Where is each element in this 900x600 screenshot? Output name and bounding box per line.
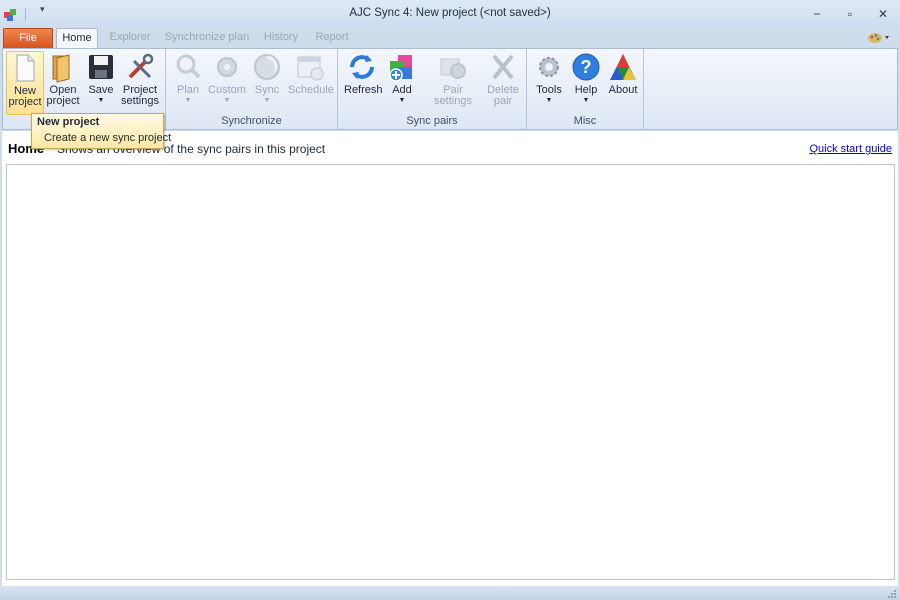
group-label-synchronize: Synchronize	[221, 115, 282, 127]
svg-text:?: ?	[581, 57, 592, 77]
refresh-icon	[350, 55, 374, 79]
help-button[interactable]: ? Help ▼	[570, 51, 602, 106]
refresh-button[interactable]: Refresh	[344, 51, 383, 96]
schedule-label: Schedule	[288, 84, 334, 96]
plan-label: Plan	[176, 84, 200, 96]
open-project-label: Open project	[46, 84, 80, 107]
open-folder-icon	[52, 54, 70, 83]
main-content: Home Shows an overview of the sync pairs…	[2, 131, 898, 586]
sync-label: Sync	[254, 84, 280, 96]
group-label-sync-pairs: Sync pairs	[406, 115, 458, 127]
add-label: Add	[392, 84, 412, 96]
delete-pair-button[interactable]: Delete pair	[486, 51, 520, 107]
quick-start-guide-link[interactable]: Quick start guide	[809, 143, 892, 155]
help-icon: ?	[572, 53, 600, 81]
save-label: Save	[88, 84, 114, 96]
tab-synchronize-plan[interactable]: Synchronize plan	[164, 28, 250, 48]
new-project-tooltip: New project Create a new sync project	[31, 113, 171, 149]
close-button[interactable]: ✕	[872, 6, 894, 22]
tools-gear-icon	[539, 57, 559, 77]
group-misc: Tools ▼ ? Help ▼ About Misc	[527, 49, 644, 129]
tools-label: Tools	[536, 84, 562, 96]
plan-icon	[176, 54, 201, 79]
schedule-icon	[297, 56, 324, 81]
add-dropdown-arrow[interactable]: ▼	[386, 96, 418, 106]
help-label: Help	[574, 84, 598, 96]
sync-icon	[254, 54, 280, 80]
group-sync-pairs: Refresh Add ▼ Pair settings Delete pair …	[338, 49, 527, 129]
pair-settings-button[interactable]: Pair settings	[424, 51, 482, 107]
custom-button[interactable]: Custom ▼	[208, 51, 246, 106]
project-settings-button[interactable]: Project settings	[120, 51, 160, 107]
maximize-button[interactable]: ▫	[839, 6, 861, 22]
tab-explorer[interactable]: Explorer	[108, 28, 152, 48]
open-project-button[interactable]: Open project	[45, 51, 81, 107]
delete-pair-label: Delete pair	[487, 84, 519, 107]
about-icon	[610, 54, 636, 80]
help-dropdown-arrow[interactable]: ▼	[570, 96, 602, 106]
add-icon	[389, 55, 412, 82]
tooltip-description: Create a new sync project	[44, 132, 172, 144]
style-palette-icon[interactable]	[868, 31, 892, 45]
schedule-button[interactable]: Schedule	[288, 51, 334, 96]
delete-icon	[492, 54, 514, 80]
ribbon-tabs: File Home Explorer Synchronize plan Hist…	[0, 28, 900, 49]
status-bar	[0, 586, 900, 600]
project-settings-label: Project settings	[121, 84, 159, 107]
tools-button[interactable]: Tools ▼	[533, 51, 565, 106]
tools-icon	[128, 53, 154, 79]
tab-report[interactable]: Report	[312, 28, 352, 48]
sync-pairs-panel[interactable]	[6, 164, 895, 580]
add-button[interactable]: Add ▼	[386, 51, 418, 106]
pair-settings-label: Pair settings	[434, 84, 472, 107]
save-dropdown-arrow[interactable]: ▼	[85, 96, 117, 106]
sync-button[interactable]: Sync ▼	[251, 51, 283, 106]
minimize-button[interactable]: −	[806, 6, 828, 22]
plan-button[interactable]: Plan ▼	[172, 51, 204, 106]
tab-history[interactable]: History	[262, 28, 300, 48]
tab-home[interactable]: Home	[56, 28, 98, 49]
pair-settings-icon	[440, 58, 466, 79]
custom-gear-icon	[217, 57, 237, 77]
custom-dropdown-arrow[interactable]: ▼	[208, 96, 246, 106]
tools-dropdown-arrow[interactable]: ▼	[533, 96, 565, 106]
group-synchronize: Plan ▼ Custom ▼ Sync ▼ Schedule Synchron…	[166, 49, 338, 129]
plan-dropdown-arrow[interactable]: ▼	[172, 96, 204, 106]
title-bar: ▾ AJC Sync 4: New project (<not saved>) …	[0, 0, 900, 28]
about-label: About	[608, 84, 638, 96]
tooltip-title: New project	[37, 116, 100, 128]
save-disk-icon	[89, 55, 113, 79]
custom-label: Custom	[208, 84, 246, 96]
tab-file[interactable]: File	[3, 28, 53, 48]
new-document-icon	[16, 54, 35, 82]
new-project-label: New project	[8, 85, 42, 108]
refresh-label: Refresh	[344, 84, 383, 96]
resize-grip-icon[interactable]	[887, 589, 897, 599]
group-label-misc: Misc	[573, 115, 597, 127]
about-button[interactable]: About	[606, 51, 640, 96]
window-title: AJC Sync 4: New project (<not saved>)	[349, 7, 551, 19]
sync-dropdown-arrow[interactable]: ▼	[251, 96, 283, 106]
save-button[interactable]: Save ▼	[85, 51, 117, 106]
new-project-button[interactable]: New project	[6, 51, 44, 115]
